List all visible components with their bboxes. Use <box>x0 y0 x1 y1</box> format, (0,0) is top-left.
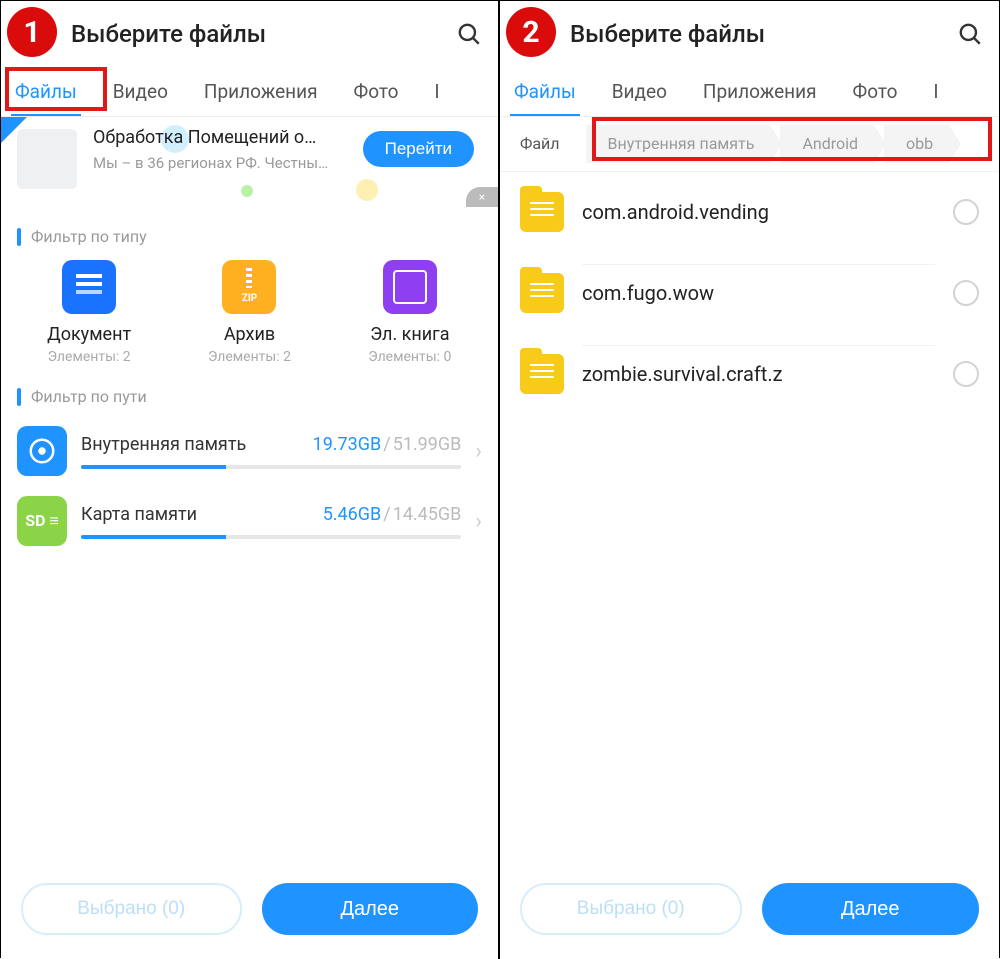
tab-photo[interactable]: Фото <box>354 67 399 117</box>
archive-icon <box>222 260 276 314</box>
next-button[interactable]: Далее <box>762 883 980 935</box>
folder-list: com.android.vending com.fugo.wow zombie.… <box>500 171 999 414</box>
selected-count-button[interactable]: Выбрано (0) <box>520 883 742 935</box>
footer: Выбрано (0) Далее <box>1 865 498 959</box>
search-icon[interactable] <box>456 21 482 47</box>
filter-path-label: Фильтр по пути <box>1 373 498 416</box>
sd-icon: SD ≡ <box>17 496 67 546</box>
storage-used: 5.46GB <box>323 504 382 525</box>
search-icon[interactable] <box>957 21 983 47</box>
storage-internal[interactable]: Внутренняя память 19.73GB / 51.99GB › <box>1 416 498 486</box>
storage-total: 14.45GB <box>393 504 462 525</box>
crumb-internal[interactable]: Внутренняя память <box>586 125 771 163</box>
folder-icon <box>520 273 564 313</box>
tab-apps[interactable]: Приложения <box>204 67 318 117</box>
crumb-root[interactable]: Файл <box>516 125 576 163</box>
ad-subtitle: Мы – в 36 регионах РФ. Честны… <box>93 154 368 172</box>
tab-video[interactable]: Видео <box>113 67 168 117</box>
next-button[interactable]: Далее <box>262 883 479 935</box>
type-ebook[interactable]: Эл. книга Элементы: 0 <box>335 260 485 365</box>
screen-step-1: 1 Выберите файлы Файлы Видео Приложения … <box>1 1 500 959</box>
header: Выберите файлы <box>500 1 999 67</box>
ebook-icon <box>383 260 437 314</box>
type-archive[interactable]: Архив Элементы: 2 <box>174 260 324 365</box>
storage-progress <box>81 465 461 469</box>
storage-name: Карта памяти <box>81 504 323 525</box>
tab-overflow[interactable]: I <box>933 67 938 117</box>
folder-item[interactable]: zombie.survival.craft.z <box>500 333 999 414</box>
filter-type-label: Фильтр по типу <box>1 213 498 256</box>
tab-apps[interactable]: Приложения <box>703 67 817 117</box>
disk-icon <box>17 426 67 476</box>
ad-open-button[interactable]: Перейти <box>363 131 474 167</box>
crumb-android[interactable]: Android <box>780 125 874 163</box>
crumb-obb[interactable]: obb <box>884 125 949 163</box>
tab-overflow[interactable]: I <box>434 67 439 117</box>
selected-count-button[interactable]: Выбрано (0) <box>21 883 242 935</box>
screen-step-2: 2 Выберите файлы Файлы Видео Приложения … <box>500 1 999 959</box>
step-badge: 1 <box>7 7 57 57</box>
breadcrumb: Файл Внутренняя память Android obb <box>500 117 999 171</box>
storage-used: 19.73GB <box>313 434 382 455</box>
step-badge: 2 <box>506 7 556 57</box>
document-icon <box>62 260 116 314</box>
tab-files[interactable]: Файлы <box>15 67 77 117</box>
select-radio[interactable] <box>953 361 979 387</box>
chevron-right-icon: › <box>475 439 482 464</box>
tab-files[interactable]: Файлы <box>514 67 576 117</box>
ad-close-button[interactable]: × <box>466 187 498 207</box>
ad-thumbnail <box>17 129 77 189</box>
folder-icon <box>520 192 564 232</box>
footer: Выбрано (0) Далее <box>500 865 999 959</box>
folder-item[interactable]: com.android.vending <box>500 172 999 252</box>
tab-photo[interactable]: Фото <box>853 67 898 117</box>
storage-progress <box>81 535 461 539</box>
tabs: Файлы Видео Приложения Фото I <box>500 67 999 117</box>
select-radio[interactable] <box>953 199 979 225</box>
page-title: Выберите файлы <box>570 20 957 48</box>
page-title: Выберите файлы <box>71 20 456 48</box>
ad-title: Обработка Помещений о… <box>93 127 368 148</box>
chevron-right-icon: › <box>475 509 482 534</box>
header: Выберите файлы <box>1 1 498 67</box>
folder-icon <box>520 354 564 394</box>
tab-video[interactable]: Видео <box>612 67 667 117</box>
storage-sdcard[interactable]: SD ≡ Карта памяти 5.46GB / 14.45GB › <box>1 486 498 556</box>
type-document[interactable]: Документ Элементы: 2 <box>14 260 164 365</box>
ad-banner: Обработка Помещений о… Мы – в 36 региона… <box>1 117 498 207</box>
select-radio[interactable] <box>953 280 979 306</box>
folder-name: com.android.vending <box>582 184 935 240</box>
folder-name: com.fugo.wow <box>582 264 935 321</box>
storage-name: Внутренняя память <box>81 434 313 455</box>
folder-name: zombie.survival.craft.z <box>582 345 935 402</box>
storage-total: 51.99GB <box>393 434 462 455</box>
type-filters: Документ Элементы: 2 Архив Элементы: 2 Э… <box>1 256 498 373</box>
folder-item[interactable]: com.fugo.wow <box>500 252 999 333</box>
tabs: Файлы Видео Приложения Фото I <box>1 67 498 117</box>
